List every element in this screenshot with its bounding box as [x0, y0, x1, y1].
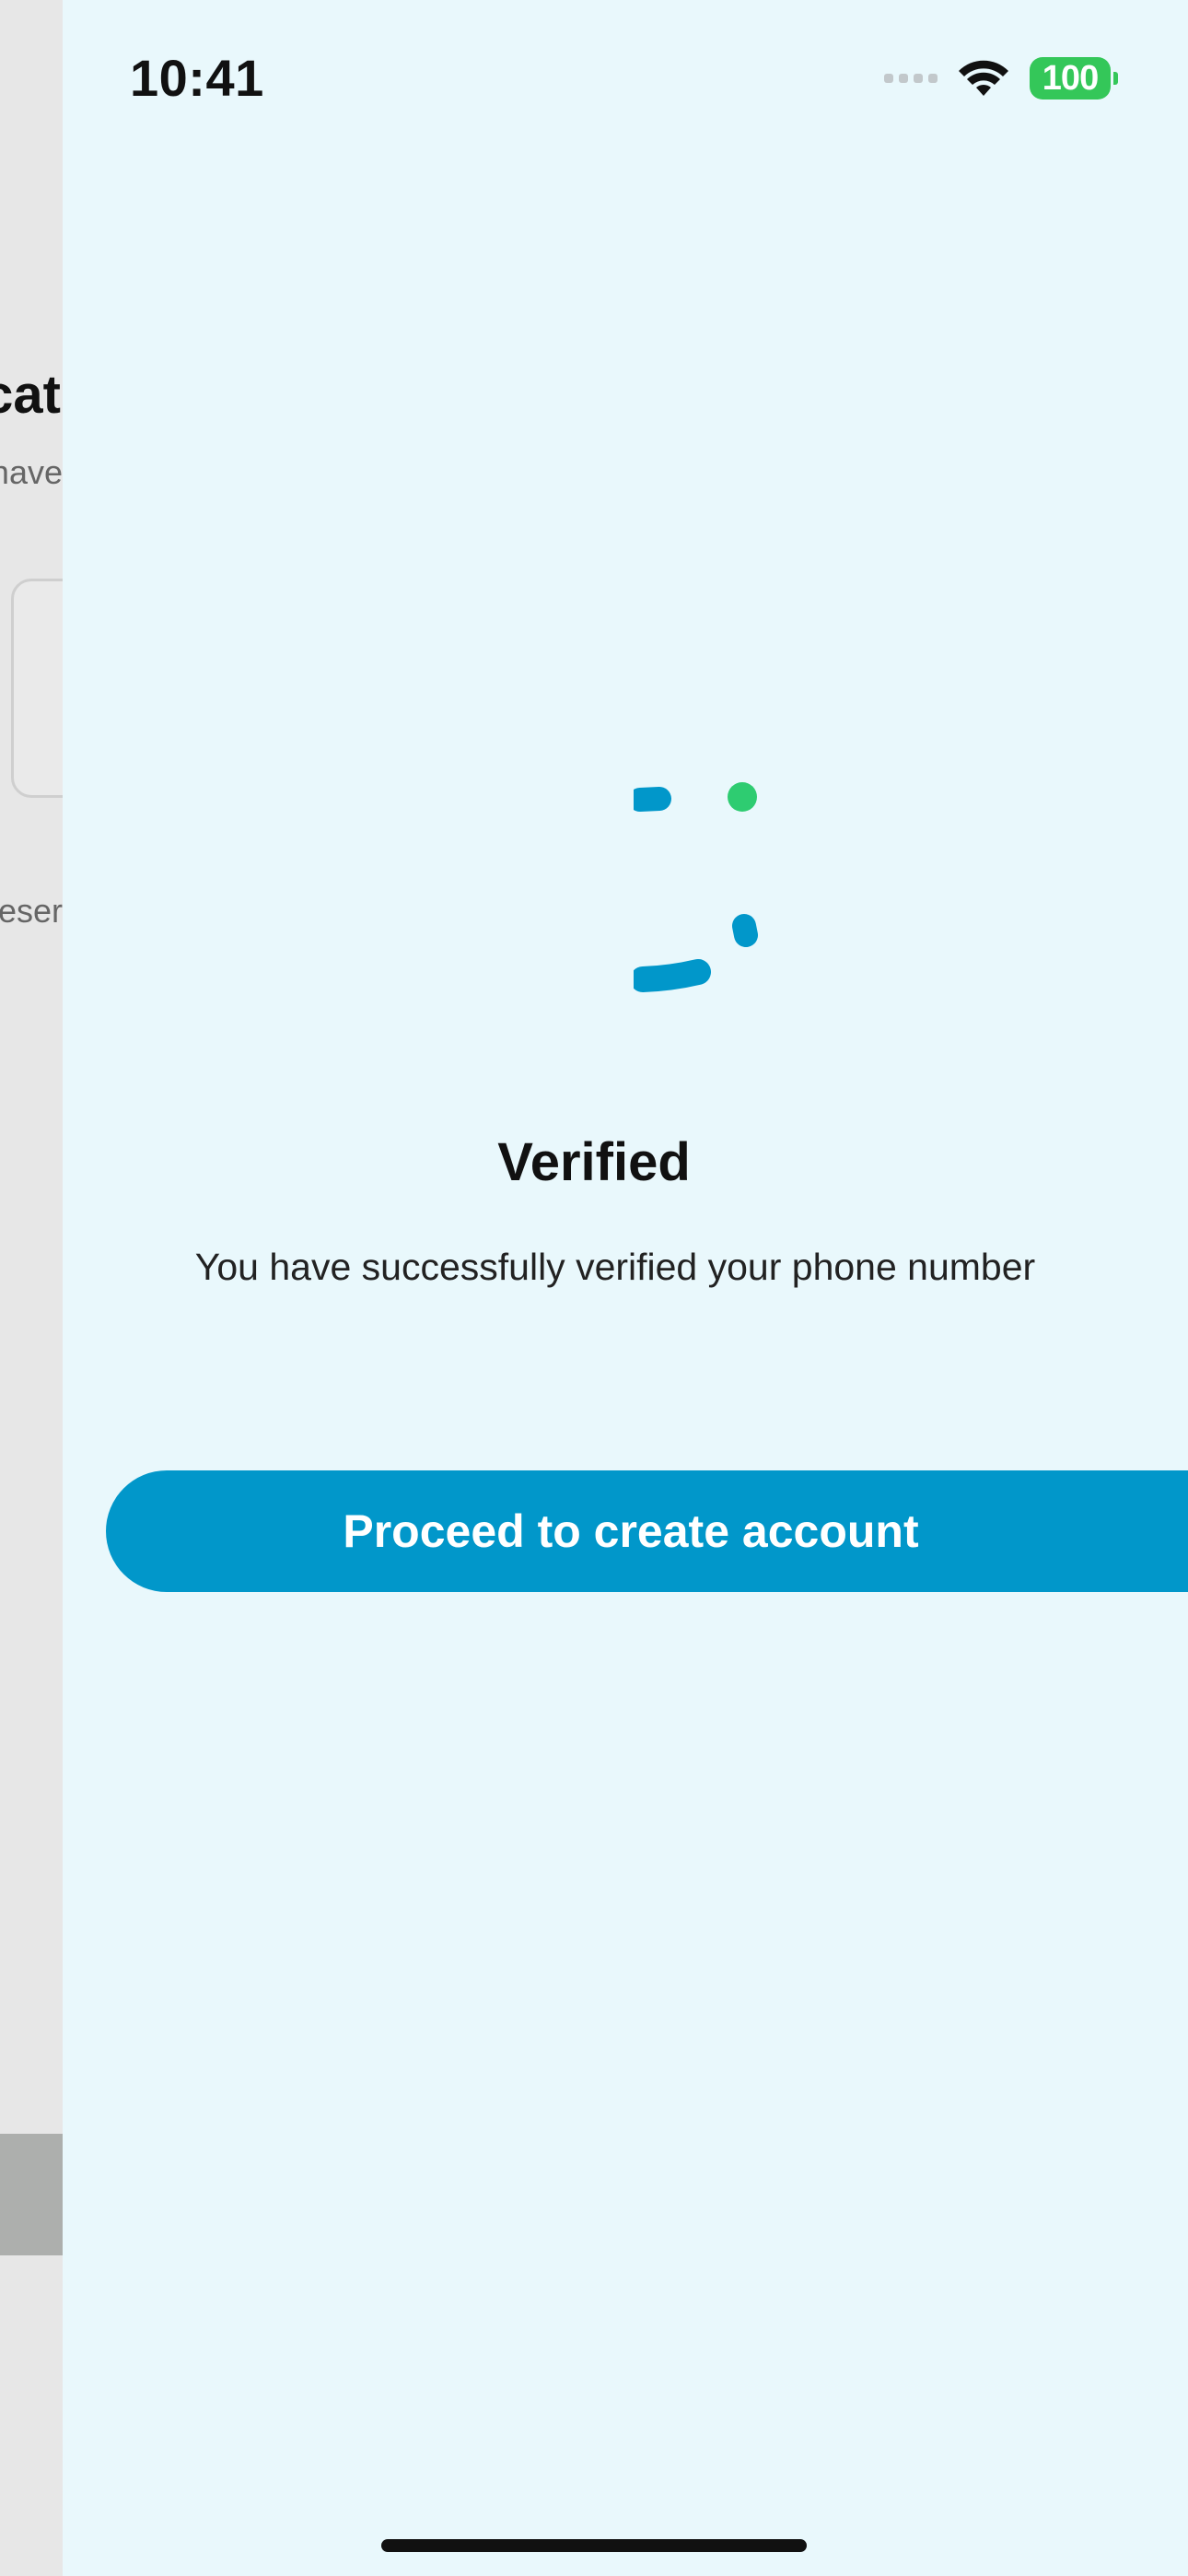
verification-sheet: 10:41 100 Verified You have successfully…	[63, 0, 1188, 2576]
battery-level: 100	[1030, 57, 1111, 100]
wifi-icon	[959, 60, 1008, 96]
loading-spinner-icon	[634, 782, 758, 992]
cellular-signal-icon	[884, 74, 938, 83]
background-code-input	[11, 579, 63, 798]
home-indicator[interactable]	[381, 2539, 807, 2552]
background-screen: cat have eser	[0, 0, 63, 2576]
background-title: cat	[0, 365, 61, 425]
verified-title: Verified	[497, 1132, 691, 1192]
battery-icon: 100	[1030, 57, 1118, 100]
background-button	[0, 2134, 63, 2255]
status-indicators: 100	[884, 55, 1118, 101]
status-time: 10:41	[130, 49, 264, 107]
proceed-to-create-account-button[interactable]: Proceed to create account	[106, 1470, 1188, 1592]
proceed-button-label: Proceed to create account	[343, 1505, 919, 1557]
background-resend-text: eser	[0, 892, 63, 930]
verified-message: You have successfully verified your phon…	[194, 1246, 1036, 1288]
background-subtitle: have	[0, 453, 63, 491]
